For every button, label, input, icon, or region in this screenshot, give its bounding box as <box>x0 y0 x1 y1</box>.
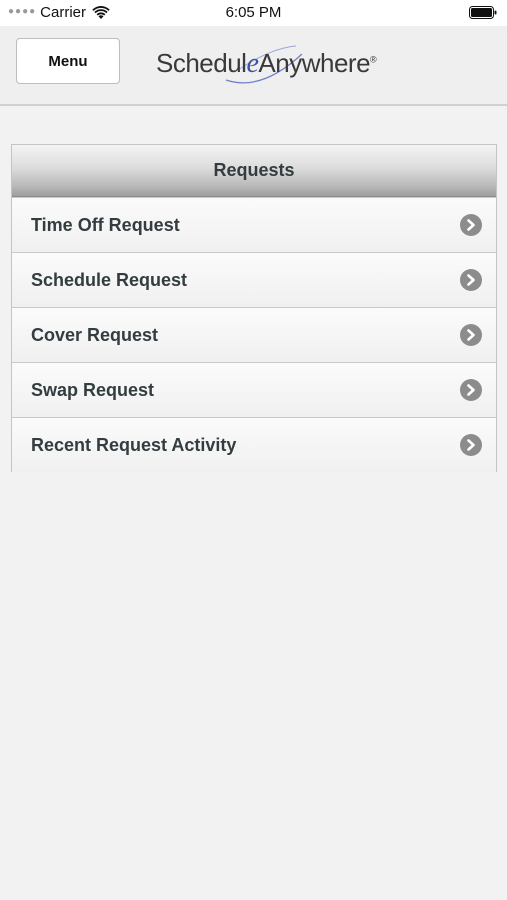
logo-registered-mark: ® <box>370 54 377 65</box>
list-item-label: Recent Request Activity <box>31 434 237 455</box>
requests-panel: Requests Time Off Request Schedule Reque… <box>11 144 497 472</box>
list-item-label: Schedule Request <box>31 269 188 290</box>
chevron-right-icon <box>460 324 482 346</box>
chevron-right-icon <box>460 434 482 456</box>
schedule-anywhere-logo: ScheduleAnywhere® <box>156 40 406 90</box>
list-item-cover-request[interactable]: Cover Request <box>12 307 496 362</box>
status-time: 6:05 PM <box>225 4 282 21</box>
status-bar: ●●●● Carrier 6:05 PM <box>0 0 507 26</box>
list-item-label: Cover Request <box>31 324 159 345</box>
list-item-label: Time Off Request <box>31 214 180 235</box>
menu-button[interactable]: Menu <box>16 38 120 84</box>
list-item-swap-request[interactable]: Swap Request <box>12 362 496 417</box>
list-item-label: Swap Request <box>31 379 155 400</box>
app-header: Menu ScheduleAnywhere® <box>0 26 507 106</box>
list-item-time-off-request[interactable]: Time Off Request <box>12 197 496 252</box>
list-item-schedule-request[interactable]: Schedule Request <box>12 252 496 307</box>
requests-panel-title: Requests <box>12 145 496 197</box>
logo-text-e: e <box>246 48 259 79</box>
chevron-right-icon <box>460 379 482 401</box>
logo-text: ScheduleAnywhere® <box>156 48 377 80</box>
chevron-right-icon <box>460 214 482 236</box>
list-item-recent-request-activity[interactable]: Recent Request Activity <box>12 417 496 472</box>
chevron-right-icon <box>460 269 482 291</box>
logo-text-part1: Schedul <box>156 48 247 78</box>
battery-icon <box>469 6 497 19</box>
logo-text-part3: Anywhere <box>258 48 371 78</box>
